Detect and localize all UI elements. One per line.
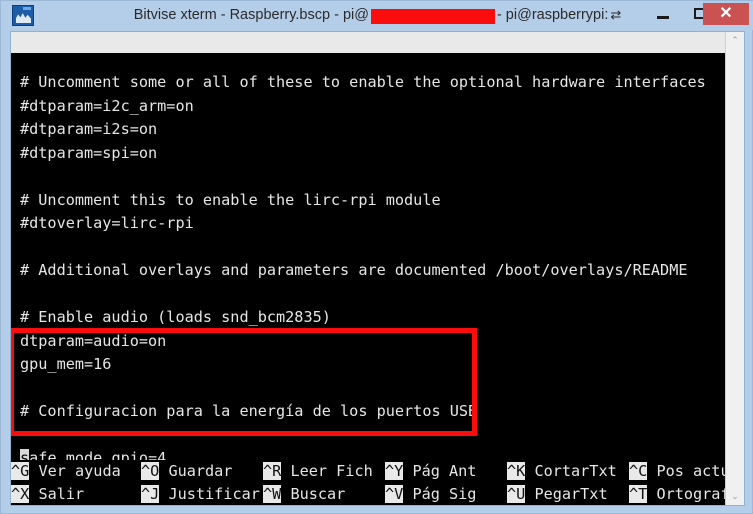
shortcut-key: ^C [629,462,648,480]
close-button[interactable]: ✕ [703,3,749,25]
shortcut-ctrl-r[interactable]: ^R Leer Fich [263,460,373,483]
shortcut-key: ^Y [385,462,404,480]
shortcut-label: Leer Fich [281,462,373,480]
shortcut-ctrl-v[interactable]: ^V Pág Sig [385,483,476,506]
shortcut-label: Pág Ant [403,462,477,480]
shortcut-key: ^X [11,484,30,503]
shortcut-ctrl-w[interactable]: ^W Buscar [263,483,345,506]
scroll-down-icon[interactable]: ⌄ [726,488,744,505]
shortcut-ctrl-o[interactable]: ^O Guardar [141,460,232,483]
close-icon: ✕ [719,5,733,22]
shortcut-key: ^J [141,484,160,503]
redacted-hostname-block [370,9,495,24]
minimize-button[interactable] [646,1,679,26]
editor-line: dtparam=audio=on [20,331,167,350]
shortcut-label: CortarTxt [525,462,617,480]
editor-line: # Enable audio (loads snd_bcm2835) [20,308,331,326]
shortcut-ctrl-u[interactable]: ^U PegarTxt [507,483,608,506]
window-title-suffix: - pi@raspberrypi: [496,7,609,23]
shortcut-label: Salir [29,484,85,503]
shortcut-ctrl-j[interactable]: ^J Justificar [141,483,260,506]
shortcut-label: Justificar [159,484,260,503]
editor-line: #dtparam=i2s=on [20,120,158,138]
shortcut-label: Guardar [159,462,233,480]
swap-arrows-icon: ⇄ [610,7,622,22]
shortcut-key: ^W [263,484,282,503]
shortcut-ctrl-x[interactable]: ^X Salir [11,483,84,506]
shortcut-ctrl-k[interactable]: ^K CortarTxt [507,460,617,483]
minimize-icon [656,15,669,19]
shortcut-key: ^K [507,462,526,480]
vertical-scrollbar[interactable]: ⌃ ⌄ [725,32,744,505]
shortcut-ctrl-y[interactable]: ^Y Pág Ant [385,460,476,483]
editor-line: gpu_mem=16 [20,355,112,373]
nano-header-bar: GNU nano 2.2.6 Fichero: /boot/config.txt… [11,32,725,114]
shortcut-ctrl-g[interactable]: ^G Ver ayuda [11,460,121,483]
title-bar[interactable]: Bitvise xterm - Raspberry.bscp - pi@ - p… [1,1,753,30]
editor-line: # Uncomment some or all of these to enab… [20,73,706,91]
nano-shortcut-bar: ^G Ver ayuda ^O Guardar ^R Leer Fich ^Y Pág… [11,460,744,506]
application-window: Bitvise xterm - Raspberry.bscp - pi@ - p… [0,0,753,514]
shortcut-key: ^U [507,484,526,503]
editor-line: # Configuracion para la energía de los p… [20,402,478,420]
shortcut-key: ^T [629,484,648,503]
window-title-prefix: Bitvise xterm - Raspberry.bscp - pi@ [133,7,369,23]
scroll-up-icon[interactable]: ⌃ [726,32,744,49]
editor-line: # Additional overlays and parameters are… [20,261,688,279]
shortcut-row: ^X Salir ^J Justificar ^W Buscar ^V Pág Sig… [11,483,744,506]
shortcut-key: ^G [11,462,30,480]
editor-line: #dtparam=i2c_arm=on [20,96,194,115]
shortcut-label: Pág Sig [403,484,477,503]
shortcut-row: ^G Ver ayuda ^O Guardar ^R Leer Fich ^Y Pág… [11,460,744,483]
shortcut-key: ^R [263,462,282,480]
shortcut-key: ^O [141,462,160,480]
editor-line: # Uncomment this to enable the lirc-rpi … [20,190,441,209]
shortcut-label: Ver ayuda [29,462,121,480]
shortcut-key: ^V [385,484,404,503]
editor-line: #dtoverlay=lirc-rpi [20,214,194,232]
shortcut-label: PegarTxt [525,484,608,503]
terminal-client-area[interactable]: GNU nano 2.2.6 Fichero: /boot/config.txt… [10,31,745,506]
editor-line: #dtparam=spi=on [20,143,158,162]
window-title: Bitvise xterm - Raspberry.bscp - pi@ - p… [1,1,753,30]
shortcut-label: Buscar [281,484,346,503]
nano-text-area[interactable]: # Uncomment some or all of these to enab… [11,53,725,505]
